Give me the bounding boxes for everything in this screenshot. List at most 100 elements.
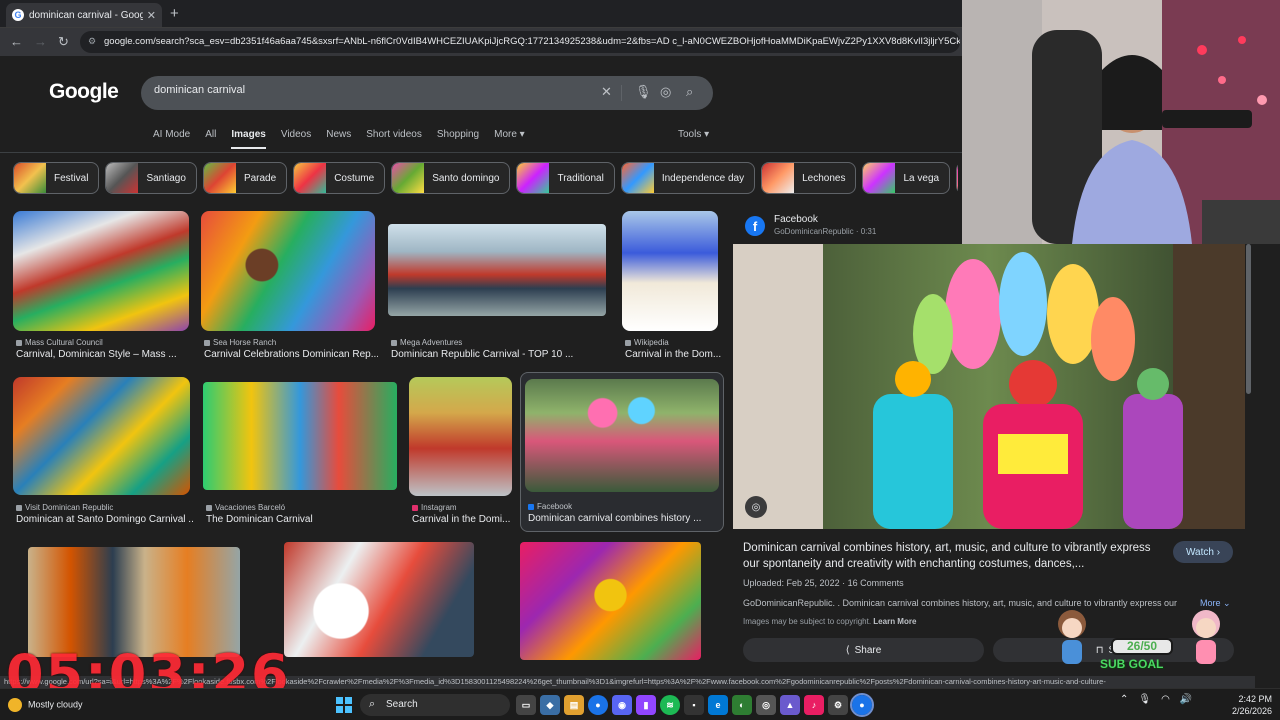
result-caption[interactable]: Carnival in the Domi... [412,514,515,525]
search-icon[interactable]: ⌕ [686,84,693,100]
url-field[interactable]: ⚙ google.com/search?sca_esv=db2351f46a6a… [80,31,960,53]
chevron-up-icon[interactable]: ⌃ [1120,694,1128,705]
site-favicon-icon [625,339,631,346]
tab-shopping[interactable]: Shopping [437,129,479,149]
result-thumbnail[interactable] [520,542,701,660]
result-thumbnail[interactable] [28,547,240,657]
microphone-icon[interactable]: 🎙 [635,84,652,100]
obs-icon[interactable]: ◎ [756,695,776,715]
image-result[interactable]: Mass Cultural Council Carnival, Dominica… [13,211,189,361]
chrome-active-icon[interactable]: ● [850,693,874,717]
result-thumbnail[interactable] [201,211,375,331]
camera-lens-icon[interactable]: ◎ [660,84,671,100]
reload-icon[interactable]: ↻ [58,34,69,50]
result-caption[interactable]: The Dominican Carnival [206,514,400,525]
result-thumbnail[interactable] [203,382,397,490]
tab-ai-mode[interactable]: AI Mode [153,129,190,149]
copilot-icon[interactable]: ◆ [540,695,560,715]
spotify-icon[interactable]: ≋ [660,695,680,715]
edge-icon[interactable]: e [708,695,728,715]
result-caption[interactable]: Carnival, Dominican Style – Mass ... [16,349,192,360]
preview-image[interactable] [733,244,1245,529]
result-thumbnail[interactable] [13,377,190,495]
google-logo[interactable]: Google [49,80,119,104]
chip-independence-day[interactable]: Independence day [620,162,756,194]
result-thumbnail[interactable] [284,542,474,657]
browser-tab[interactable]: G dominican carnival - Google Se ✕ [6,3,162,27]
share-button[interactable]: ⟨ Share [743,638,984,662]
image-result[interactable] [28,547,240,657]
image-result[interactable]: Visit Dominican Republic Dominican at Sa… [13,377,193,529]
image-result[interactable] [520,542,701,660]
scrollbar-thumb[interactable] [1246,244,1251,394]
preview-title[interactable]: Dominican carnival combines history, art… [743,540,1163,572]
chip-lechones[interactable]: Lechones [761,162,857,194]
result-thumbnail[interactable] [525,379,719,492]
discord-icon[interactable]: ◉ [612,695,632,715]
app-icon[interactable]: ▪ [684,695,704,715]
forward-arrow-icon[interactable]: → [34,34,47,49]
watch-button[interactable]: Watch › [1173,541,1233,563]
chrome-icon[interactable]: ● [588,695,608,715]
result-caption[interactable]: Dominican carnival combines history ... [528,513,722,524]
preview-site-name[interactable]: Facebook [774,214,818,225]
wifi-icon[interactable]: ◠ [1161,694,1170,705]
volume-icon[interactable]: 🔊 [1180,694,1192,705]
image-result[interactable]: Instagram Carnival in the Domi... [409,377,512,529]
app-icon[interactable]: ◐ [732,695,752,715]
chip-more[interactable] [956,162,958,194]
chip-festival[interactable]: Festival [13,162,100,194]
tools-button[interactable]: Tools ▾ [678,129,709,140]
chip-santo-domingo[interactable]: Santo domingo [391,162,511,194]
image-result[interactable]: Sea Horse Ranch Carnival Celebrations Do… [201,211,378,361]
chip-label: Lechones [802,172,846,184]
chip-traditional[interactable]: Traditional [516,162,615,194]
learn-more-link[interactable]: Learn More [873,617,916,626]
tab-short-videos[interactable]: Short videos [366,129,422,149]
taskbar-clock[interactable]: 2:42 PM 2/26/2026 [1216,693,1272,717]
chip-la-vega[interactable]: La vega [862,162,951,194]
app-icon[interactable]: ⚙ [828,695,848,715]
tab-news[interactable]: News [326,129,351,149]
file-explorer-icon[interactable]: ▤ [564,695,584,715]
image-result[interactable] [284,542,474,657]
visual-search-icon[interactable]: ◎ [745,496,767,518]
result-caption[interactable]: Dominican at Santo Domingo Carnival ... [16,514,193,525]
tab-title: dominican carnival - Google Se [29,9,143,21]
tab-videos[interactable]: Videos [281,129,311,149]
app-icon[interactable]: ♪ [804,695,824,715]
result-thumbnail[interactable] [388,224,606,316]
clear-icon[interactable]: ✕ [601,84,612,100]
windows-start-icon[interactable] [336,697,352,713]
result-caption[interactable]: Dominican Republic Carnival - TOP 10 ... [391,349,611,360]
image-result[interactable]: Mega Adventures Dominican Republic Carni… [388,224,608,364]
back-arrow-icon[interactable]: ← [10,34,23,49]
microphone-icon[interactable]: 🎙 [1138,694,1151,705]
twitch-icon[interactable]: ▮ [636,695,656,715]
close-tab-icon[interactable]: ✕ [147,9,156,22]
tab-more[interactable]: More ▾ [494,129,525,149]
weather-widget[interactable]: Mostly cloudy [8,698,83,712]
result-thumbnail[interactable] [622,211,718,331]
task-view-icon[interactable]: ▭ [516,695,536,715]
image-result[interactable]: Wikipedia Carnival in the Dom... [622,211,721,361]
chip-parade[interactable]: Parade [202,162,288,194]
url-text: google.com/search?sca_esv=db2351f46a6aa7… [104,36,960,47]
result-thumbnail[interactable] [409,377,512,496]
result-thumbnail[interactable] [13,211,189,331]
app-icon[interactable]: ▲ [780,695,800,715]
tab-images[interactable]: Images [231,129,266,149]
taskbar-search[interactable]: ⌕ Search [360,694,510,716]
image-result-selected[interactable]: Facebook Dominican carnival combines his… [525,379,719,529]
chip-costume[interactable]: Costume [293,162,386,194]
site-favicon-icon [16,339,22,346]
result-caption[interactable]: Carnival in the Dom... [625,349,721,360]
site-info-icon[interactable]: ⚙ [88,36,96,47]
result-caption[interactable]: Carnival Celebrations Dominican Rep... [204,349,378,360]
image-result[interactable]: Vacaciones Barceló The Dominican Carniva… [203,382,397,530]
chip-santiago[interactable]: Santiago [105,162,197,194]
new-tab-icon[interactable]: + [170,5,179,22]
search-box[interactable]: ✕ 🎙 ◎ ⌕ [141,76,713,110]
search-input[interactable] [154,84,574,96]
tab-all[interactable]: All [205,129,216,149]
